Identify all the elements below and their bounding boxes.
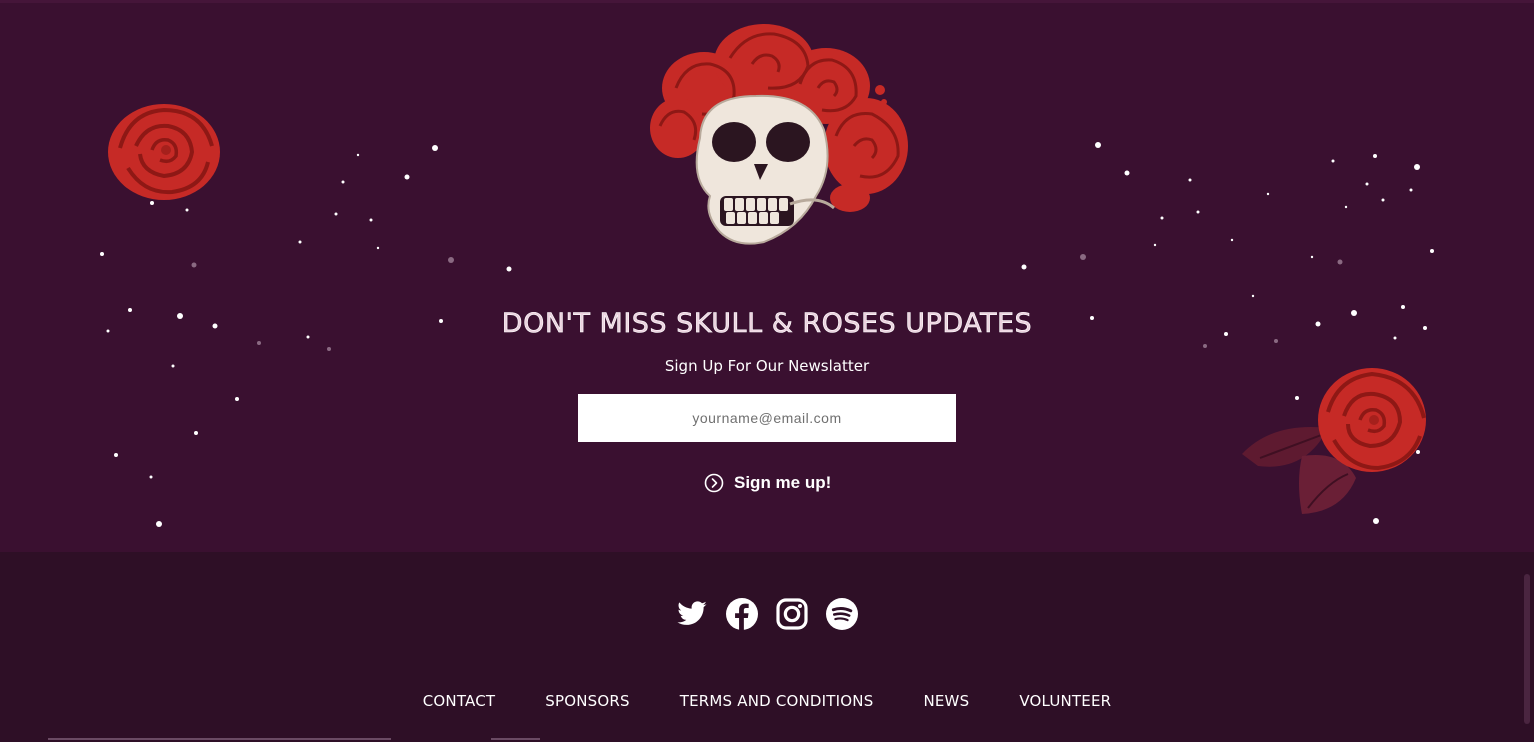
bottom-strip (48, 738, 391, 740)
newsletter-section: DON'T MISS SKULL & ROSES UPDATES Sign Up… (0, 0, 1534, 552)
newsletter-headline: DON'T MISS SKULL & ROSES UPDATES (501, 308, 1033, 340)
instagram-icon (776, 598, 808, 630)
twitter-icon (677, 601, 707, 625)
footer-link-volunteer[interactable]: VOLUNTEER (1019, 692, 1111, 710)
signup-button[interactable]: Sign me up! (700, 469, 835, 497)
email-input[interactable] (578, 394, 956, 442)
footer: CONTACT SPONSORS TERMS AND CONDITIONS NE… (0, 552, 1534, 742)
rose-left-decoration (108, 104, 220, 200)
facebook-link[interactable] (726, 598, 758, 630)
twitter-link[interactable] (676, 598, 708, 630)
signup-button-label: Sign me up! (734, 473, 832, 492)
footer-link-sponsors[interactable]: SPONSORS (545, 692, 629, 710)
footer-nav: CONTACT SPONSORS TERMS AND CONDITIONS NE… (0, 692, 1534, 710)
bottom-strip-small (491, 738, 540, 740)
footer-link-terms[interactable]: TERMS AND CONDITIONS (680, 692, 874, 710)
instagram-link[interactable] (776, 598, 808, 630)
footer-link-contact[interactable]: CONTACT (423, 692, 496, 710)
spotify-link[interactable] (826, 598, 858, 630)
spotify-icon (826, 598, 858, 630)
page: DON'T MISS SKULL & ROSES UPDATES Sign Up… (0, 0, 1534, 742)
scrollbar[interactable] (1524, 574, 1530, 724)
facebook-icon (726, 598, 758, 630)
newsletter-subheading: Sign Up For Our Newslatter (664, 357, 870, 375)
social-links (0, 598, 1534, 630)
skull-and-roses-logo (650, 24, 908, 245)
arrow-circle-icon (704, 473, 724, 493)
rose-right-decoration (1242, 368, 1426, 514)
footer-link-news[interactable]: NEWS (923, 692, 969, 710)
